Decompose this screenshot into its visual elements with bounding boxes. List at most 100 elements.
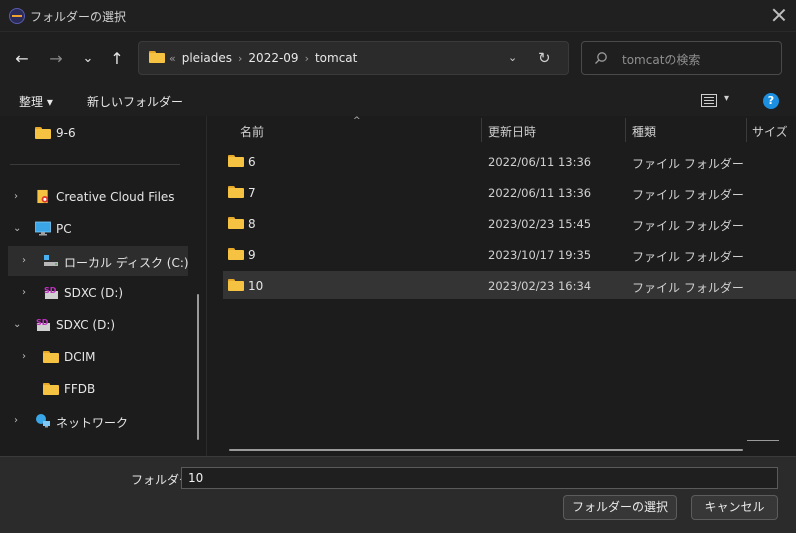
sd-card-badge: SD: [36, 318, 49, 327]
search-placeholder: tomcatの検索: [622, 53, 701, 67]
view-options-icon[interactable]: [701, 94, 717, 107]
file-modified: 2023/10/17 19:35: [488, 248, 592, 262]
table-row[interactable]: 7 2022/06/11 13:36 ファイル フォルダー: [223, 178, 796, 206]
breadcrumb-separator-icon[interactable]: ›: [238, 52, 242, 65]
refresh-icon[interactable]: ↻: [538, 49, 556, 67]
file-modified: 2023/02/23 15:45: [488, 217, 592, 231]
help-icon[interactable]: ?: [763, 93, 779, 109]
chevron-down-icon[interactable]: ⌄: [13, 319, 23, 331]
eclipse-app-icon: [9, 8, 25, 24]
table-row[interactable]: 6 2022/06/11 13:36 ファイル フォルダー: [223, 147, 796, 175]
sidebar-item-sdxc-d-expanded[interactable]: ⌄ SD SDXC (D:): [0, 310, 200, 340]
cancel-button[interactable]: キャンセル: [691, 495, 778, 520]
sidebar-item-ffdb[interactable]: FFDB: [0, 374, 200, 404]
breadcrumb-separator-icon[interactable]: ›: [305, 52, 309, 65]
file-type: ファイル フォルダー: [632, 219, 744, 233]
horizontal-scrollbar[interactable]: [229, 449, 743, 451]
file-type: ファイル フォルダー: [632, 188, 744, 202]
breadcrumb-item[interactable]: tomcat: [315, 51, 357, 65]
navigation-pane: 9-6 › Creative Cloud Files ⌄ PC › ローカル デ…: [0, 116, 206, 456]
folder-icon: [228, 279, 244, 292]
folder-icon: [228, 186, 244, 199]
dialog-footer: フォルダー: フォルダーの選択 キャンセル: [0, 456, 796, 533]
file-modified: 2022/06/11 13:36: [488, 155, 592, 169]
navigation-bar: ← → ⌄ ↑ « pleiades › 2022-09 › tomcat ⌄ …: [0, 32, 796, 84]
organize-menu-button[interactable]: 整理 ▾: [19, 93, 53, 110]
column-header-size[interactable]: サイズ: [747, 116, 796, 144]
file-type: ファイル フォルダー: [632, 250, 744, 264]
sidebar-item-network[interactable]: › ネットワーク: [0, 406, 200, 436]
sidebar-item-label: SDXC (D:): [56, 318, 116, 332]
column-header-label: サイズ: [752, 125, 788, 139]
breadcrumb: « pleiades › 2022-09 › tomcat: [169, 51, 357, 65]
table-row[interactable]: 9 2023/10/17 19:35 ファイル フォルダー: [223, 240, 796, 268]
chevron-right-icon[interactable]: ›: [14, 415, 24, 427]
sidebar-item-pc[interactable]: ⌄ PC: [0, 214, 200, 244]
sd-card-icon: SD: [44, 286, 58, 299]
folder-icon: [228, 155, 244, 168]
address-bar[interactable]: « pleiades › 2022-09 › tomcat ⌄ ↻: [138, 41, 569, 75]
sd-card-icon: SD: [36, 318, 50, 331]
sidebar-item-label: FFDB: [64, 382, 96, 396]
sidebar-item-label: PC: [56, 222, 72, 236]
breadcrumb-item[interactable]: pleiades: [182, 51, 232, 65]
sidebar-item-label: ローカル ディスク (C:): [64, 256, 189, 270]
sidebar-item-dcim[interactable]: › DCIM: [0, 342, 200, 372]
file-name: 8: [248, 217, 256, 231]
close-icon[interactable]: [770, 6, 788, 24]
chevron-right-icon[interactable]: ›: [14, 191, 24, 203]
title-bar: フォルダーの選択: [0, 0, 796, 32]
new-folder-button[interactable]: 新しいフォルダー: [87, 93, 183, 110]
table-row[interactable]: 8 2023/02/23 15:45 ファイル フォルダー: [223, 209, 796, 237]
folder-icon: [228, 217, 244, 230]
sidebar-item-label: DCIM: [64, 350, 96, 364]
sidebar-item-label: 9-6: [56, 126, 76, 140]
file-name: 7: [248, 186, 256, 200]
folder-icon: [228, 248, 244, 261]
column-header-label: 名前: [240, 125, 265, 139]
file-name: 10: [248, 279, 264, 293]
file-name: 9: [248, 248, 256, 262]
select-folder-button[interactable]: フォルダーの選択: [563, 495, 677, 520]
file-name: 6: [248, 155, 256, 169]
table-row-selected[interactable]: 10 2023/02/23 16:34 ファイル フォルダー: [223, 271, 796, 299]
sidebar-divider: [10, 164, 180, 165]
search-input[interactable]: tomcatの検索: [581, 41, 782, 75]
sidebar-item-label: ネットワーク: [56, 416, 129, 430]
sidebar-item-9-6[interactable]: 9-6: [0, 118, 200, 148]
back-arrow-icon[interactable]: ←: [10, 46, 34, 70]
breadcrumb-item[interactable]: 2022-09: [248, 51, 298, 65]
up-arrow-icon[interactable]: ↑: [105, 46, 129, 70]
column-header-type[interactable]: 種類: [626, 116, 746, 144]
forward-arrow-icon[interactable]: →: [44, 46, 68, 70]
chevron-down-icon[interactable]: ⌄: [13, 223, 23, 235]
search-icon: [595, 52, 607, 64]
breadcrumb-overflow[interactable]: «: [169, 52, 176, 65]
folder-name-input[interactable]: [181, 467, 778, 489]
address-dropdown-icon[interactable]: ⌄: [508, 51, 522, 65]
file-modified: 2022/06/11 13:36: [488, 186, 592, 200]
sd-card-badge: SD: [44, 286, 57, 295]
chevron-right-icon[interactable]: ›: [22, 255, 32, 267]
sidebar-item-local-disk-c[interactable]: › ローカル ディスク (C:): [8, 246, 189, 276]
view-options-dropdown-icon[interactable]: ▾: [724, 93, 729, 104]
chevron-right-icon[interactable]: ›: [22, 351, 32, 363]
column-header-modified[interactable]: 更新日時: [482, 116, 626, 144]
command-bar: 整理 ▾ 新しいフォルダー ▾ ?: [0, 84, 796, 116]
column-header-label: 更新日時: [488, 125, 537, 139]
chevron-right-icon[interactable]: ›: [22, 287, 32, 299]
recent-locations-chevron-icon[interactable]: ⌄: [76, 46, 100, 70]
sidebar-scrollbar[interactable]: [197, 294, 199, 440]
sidebar-item-sdxc-d[interactable]: › SD SDXC (D:): [0, 278, 200, 308]
column-header-label: 種類: [632, 125, 657, 139]
column-header-name[interactable]: 名前: [223, 116, 481, 144]
folder-icon: [35, 127, 51, 142]
sidebar-item-creative-cloud-files[interactable]: › Creative Cloud Files: [0, 182, 200, 212]
scrollbar-track-end: [747, 440, 779, 441]
sidebar-item-label: SDXC (D:): [64, 286, 124, 300]
file-list-pane: ^ 名前 更新日時 種類 サイズ 6 2022/06/11 13:36 ファイル…: [206, 116, 796, 456]
pc-monitor-icon: [35, 221, 51, 236]
sidebar-item-label: Creative Cloud Files: [56, 190, 175, 204]
local-disk-icon: [44, 255, 58, 266]
file-type: ファイル フォルダー: [632, 281, 744, 295]
